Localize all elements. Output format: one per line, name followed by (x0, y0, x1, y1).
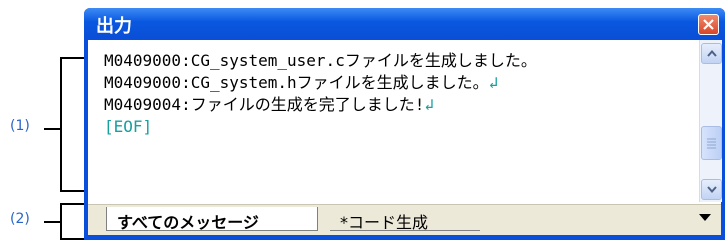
callout-line-2 (44, 221, 60, 223)
scroll-down-button[interactable] (701, 179, 722, 200)
tab-label: すべてのメッセージ (117, 213, 259, 232)
line-end-marker: ↲ (488, 73, 499, 92)
tab-code-generation[interactable]: *コード生成 (330, 207, 480, 232)
callout-label-2: (2) (10, 211, 30, 227)
callout-line-1 (44, 128, 60, 130)
chevron-down-icon (706, 186, 717, 193)
message-text: M0409004:ファイルの生成を完了しました! (104, 95, 425, 114)
bracket-tab-area (60, 203, 84, 240)
title-bar[interactable]: 出力 (84, 8, 725, 38)
tab-menu-icon[interactable] (699, 214, 711, 221)
bracket-output-area (60, 57, 84, 192)
output-panel: M0409000:CG_system_user.cファイルを生成しました。 M0… (88, 40, 722, 235)
window-title: 出力 (96, 16, 132, 37)
output-text-area[interactable]: M0409000:CG_system_user.cファイルを生成しました。 M0… (88, 40, 699, 202)
eof-marker: [EOF] (104, 117, 153, 136)
chevron-up-icon (706, 50, 717, 57)
scroll-up-button[interactable] (701, 43, 722, 64)
scroll-thumb[interactable] (701, 126, 722, 160)
message-text: M0409000:CG_system_user.cファイルを生成しました。 (104, 51, 537, 70)
tab-bar: すべてのメッセージ *コード生成 (88, 204, 721, 235)
close-button[interactable] (698, 14, 719, 35)
callout-label-1: (1) (10, 118, 30, 134)
line-end-marker: ↲ (424, 95, 434, 114)
tab-all-messages[interactable]: すべてのメッセージ (106, 207, 318, 232)
grip-icon (707, 138, 716, 149)
vertical-scrollbar[interactable] (699, 40, 722, 202)
tab-label: *コード生成 (340, 213, 429, 232)
message-line: M0409000:CG_system.hファイルを生成しました。↲ (104, 72, 699, 94)
close-icon (703, 19, 714, 30)
output-window: 出力 M0409000:CG_system_user.cファイルを生成しました。… (84, 8, 725, 240)
message-line: M0409000:CG_system_user.cファイルを生成しました。 (104, 50, 699, 72)
message-line: M0409004:ファイルの生成を完了しました!↲ (104, 94, 699, 116)
message-text: M0409000:CG_system.hファイルを生成しました。 (104, 73, 489, 92)
